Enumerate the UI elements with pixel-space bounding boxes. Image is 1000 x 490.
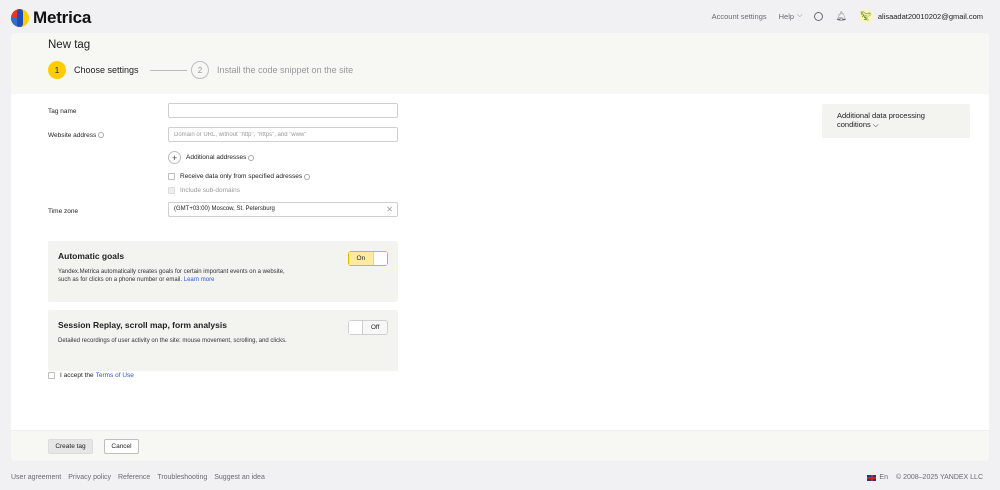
step-1-label: Choose settings xyxy=(74,65,139,75)
top-bar: Metrica Account settings Help ⌵ 🔔︎ 🦖︎ al… xyxy=(0,0,1000,33)
automatic-goals-panel: Automatic goals Yandex.Metrica automatic… xyxy=(48,241,398,302)
copyright: © 2008–2025 YANDEX LLC xyxy=(895,474,983,481)
session-replay-toggle[interactable]: Off xyxy=(348,320,388,335)
cancel-button[interactable]: Cancel xyxy=(104,439,139,454)
step-divider xyxy=(150,70,187,71)
additional-conditions-line2-row: conditions ⌵ xyxy=(837,120,955,129)
metrica-logo[interactable]: Metrica xyxy=(11,8,91,28)
automatic-goals-title: Automatic goals xyxy=(58,251,125,261)
card-footer: Create tag Cancel xyxy=(11,430,989,461)
website-address-label-row: Website address xyxy=(48,132,105,139)
footer-right: En © 2008–2025 YANDEX LLC xyxy=(867,474,983,481)
goals-desc-line2: such as for clicks on a phone number or … xyxy=(58,277,183,283)
info-icon[interactable] xyxy=(98,132,105,138)
footer-link-troubleshooting[interactable]: Troubleshooting xyxy=(157,474,207,481)
step-1-number: 1 xyxy=(48,61,66,79)
toggle-knob xyxy=(349,321,364,334)
step-1: 1 Choose settings xyxy=(48,61,139,79)
help-label: Help xyxy=(778,11,795,21)
page-footer-links: User agreement Privacy policy Reference … xyxy=(11,474,272,481)
terms-of-use-link[interactable]: Terms of Use xyxy=(96,372,134,379)
toggle-on-label: On xyxy=(349,252,373,265)
plus-icon: + xyxy=(168,151,181,164)
receive-only-checkbox[interactable] xyxy=(168,173,175,180)
page-title: New tag xyxy=(48,39,91,51)
additional-addresses-button[interactable]: + Additional addresses xyxy=(168,151,255,164)
help-menu[interactable]: Help ⌵ xyxy=(779,12,803,21)
footer-link-suggest-idea[interactable]: Suggest an idea xyxy=(214,474,265,481)
avatar: 🦖︎ xyxy=(858,9,873,23)
additional-conditions-line2: conditions xyxy=(837,120,871,129)
timezone-select[interactable]: (GMT+03:00) Moscow, St. Petersburg ✕ xyxy=(168,202,398,217)
include-subdomains-checkbox xyxy=(168,187,175,194)
chat-icon[interactable] xyxy=(814,11,824,21)
additional-conditions-line1: Additional data processing xyxy=(837,111,925,120)
account-settings-link[interactable]: Account settings xyxy=(712,12,767,21)
info-icon[interactable] xyxy=(304,173,311,180)
additional-addresses-label: Additional addresses xyxy=(186,154,247,161)
step-2-label: Install the code snippet on the site xyxy=(217,65,354,75)
automatic-goals-description: Yandex.Metrica automatically creates goa… xyxy=(58,268,328,284)
header-right: Account settings Help ⌵ 🔔︎ 🦖︎ alisaadat2… xyxy=(700,9,983,23)
additional-conditions-box[interactable]: Additional data processing conditions ⌵ xyxy=(822,104,970,138)
bell-icon[interactable]: 🔔︎ xyxy=(835,11,846,22)
tag-name-label: Tag name xyxy=(48,108,77,115)
goals-desc-line1: Yandex.Metrica automatically creates goa… xyxy=(58,269,285,275)
website-address-input[interactable] xyxy=(168,127,398,142)
user-email: alisaadat20010202@gmail.com xyxy=(877,11,983,21)
timezone-value: (GMT+03:00) Moscow, St. Petersburg xyxy=(174,206,275,212)
create-tag-button[interactable]: Create tag xyxy=(48,439,93,454)
language-switch[interactable]: En xyxy=(879,474,888,481)
session-replay-panel: Session Replay, scroll map, form analysi… xyxy=(48,310,398,371)
chevron-down-icon: ⌵ xyxy=(872,120,879,129)
terms-prefix: I accept the xyxy=(60,372,94,379)
user-menu[interactable]: 🦖︎ alisaadat20010202@gmail.com xyxy=(858,9,983,23)
receive-only-specified-checkbox-row[interactable]: Receive data only from specified adresse… xyxy=(168,173,311,180)
new-tag-card: New tag 1 Choose settings 2 Install the … xyxy=(11,33,989,461)
session-replay-title: Session Replay, scroll map, form analysi… xyxy=(58,320,227,330)
chevron-down-icon: ⌵ xyxy=(797,12,803,19)
card-header: New tag 1 Choose settings 2 Install the … xyxy=(11,33,989,94)
tag-name-input[interactable] xyxy=(168,103,398,118)
uk-flag-icon xyxy=(867,474,877,481)
terms-checkbox[interactable] xyxy=(48,372,55,379)
metrica-logo-icon xyxy=(11,9,29,27)
logo-text: Metrica xyxy=(33,8,92,27)
info-icon[interactable] xyxy=(248,154,255,161)
include-subdomains-checkbox-row: Include sub-domains xyxy=(168,187,240,194)
step-2: 2 Install the code snippet on the site xyxy=(191,61,353,79)
learn-more-link[interactable]: Learn more xyxy=(184,277,215,283)
receive-only-label: Receive data only from specified adresse… xyxy=(180,173,303,180)
session-replay-description: Detailed recordings of user activity on … xyxy=(58,338,287,344)
footer-link-privacy-policy[interactable]: Privacy policy xyxy=(68,474,111,481)
toggle-off-label: Off xyxy=(370,324,380,331)
terms-checkbox-row[interactable]: I accept the Terms of Use xyxy=(48,372,134,379)
include-subdomains-label: Include sub-domains xyxy=(180,187,240,194)
timezone-label: Time zone xyxy=(48,208,79,215)
automatic-goals-toggle[interactable]: On xyxy=(348,251,388,266)
clear-icon[interactable]: ✕ xyxy=(386,203,393,216)
footer-link-reference[interactable]: Reference xyxy=(118,474,150,481)
step-2-number: 2 xyxy=(191,61,209,79)
toggle-knob xyxy=(372,252,387,265)
website-address-label: Website address xyxy=(48,132,97,139)
footer-link-user-agreement[interactable]: User agreement xyxy=(11,474,61,481)
